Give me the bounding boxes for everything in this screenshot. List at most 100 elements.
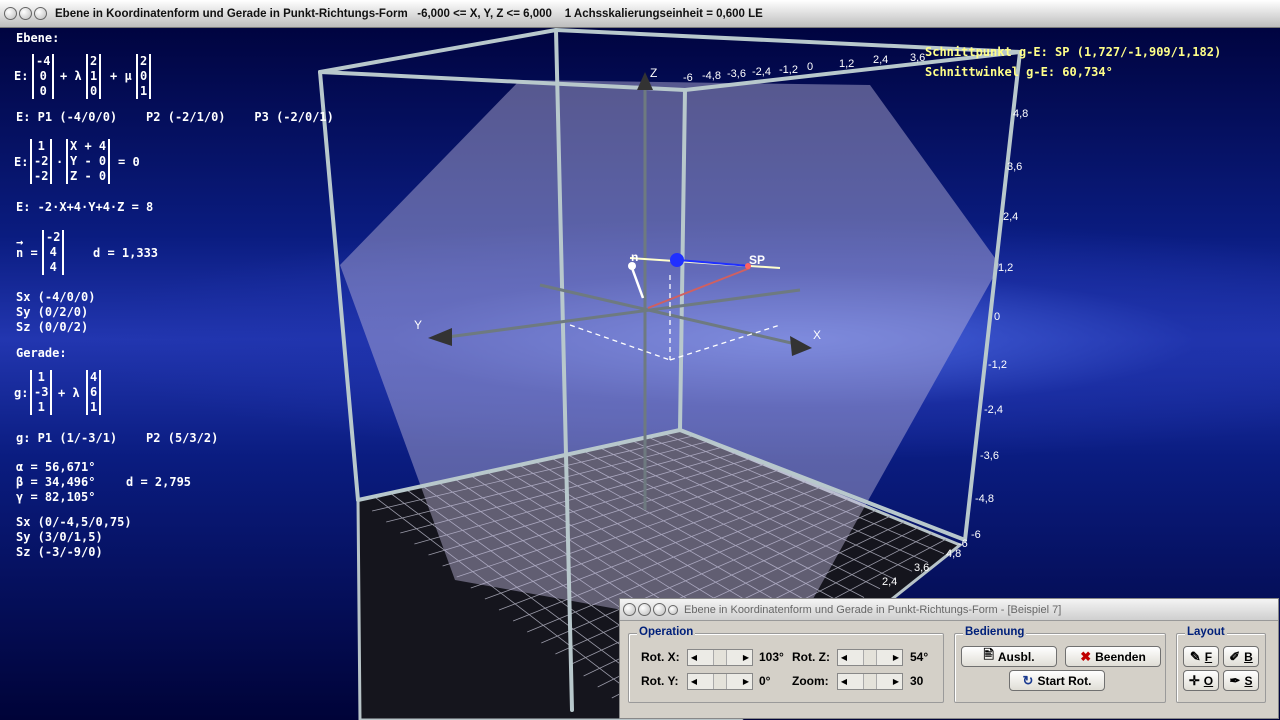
title-bar: Ebene in Koordinatenform und Gerade in P… <box>0 0 1280 28</box>
plane-vector-2: 210 <box>86 54 102 99</box>
top-tick: -6 <box>683 72 693 84</box>
arrow-right-icon[interactable]: ▶ <box>740 674 752 689</box>
arrow-left-icon[interactable]: ◀ <box>838 674 850 689</box>
line-param-prefix: g: <box>14 386 29 400</box>
control-panel: Ebene in Koordinatenform und Gerade in P… <box>619 598 1279 719</box>
fill-icon: ✐ <box>1229 648 1241 664</box>
zoom-value: 30 <box>910 674 924 688</box>
top-tick: -4,8 <box>702 70 721 82</box>
line-angles: α = 56,671° β = 34,496° γ = 82,105° <box>16 460 96 504</box>
window-button-icon[interactable] <box>653 603 666 616</box>
right-tick: 0 <box>994 311 1001 323</box>
normal-form-x: X + 4Y - 0Z - 0 <box>66 139 111 184</box>
layout-f-button[interactable]: ✎ F <box>1183 646 1219 667</box>
bottom-tick: 2,4 <box>882 576 898 588</box>
rot-z-slider[interactable]: ◀ ▶ <box>837 649 903 666</box>
rot-x-value: 103° <box>759 650 784 664</box>
rot-x-slider[interactable]: ◀ ▶ <box>687 649 753 666</box>
rot-z-value: 54° <box>910 650 929 664</box>
intersection-point: Schnittpunkt g-E: SP (1,727/-1,909/1,182… <box>925 45 1222 59</box>
operation-group: Operation Rot. X: ◀ ▶ 103° Rot. Z: ◀ ▶ 54°… <box>628 626 944 703</box>
x-axis-label: X <box>813 328 822 342</box>
zoom-label: Zoom: <box>792 674 829 688</box>
line-vector-1: 1 -3 1 <box>30 370 53 415</box>
layout-s-button[interactable]: ✒ S <box>1223 670 1259 691</box>
normal-form-eq: = 0 <box>118 155 140 169</box>
plane-points: E: P1 (-4/0/0) P2 (-2/1/0) P3 (-2/0/1) <box>16 110 334 124</box>
arrow-right-icon[interactable]: ▶ <box>890 650 902 665</box>
right-tick: 1,2 <box>998 262 1014 274</box>
hide-icon: 🖹 <box>983 646 994 662</box>
brush-icon: ✎ <box>1189 648 1201 664</box>
pen-icon: ✒ <box>1229 672 1241 688</box>
plane-heading: Ebene: <box>16 31 60 45</box>
top-tick: -2,4 <box>752 66 771 78</box>
rotate-icon: ↻ <box>1022 672 1034 688</box>
right-tick: -1,2 <box>988 359 1007 371</box>
bottom-tick: 4,8 <box>946 548 962 560</box>
beenden-button[interactable]: ✖ Beenden <box>1065 646 1161 667</box>
normal-label: n = <box>16 246 38 260</box>
window-button-icon[interactable] <box>638 603 651 616</box>
right-tick: -6 <box>971 529 981 541</box>
zoom-slider[interactable]: ◀ ▶ <box>837 673 903 690</box>
arrow-left-icon[interactable]: ◀ <box>688 650 700 665</box>
normal-form-prefix: E: <box>14 155 29 169</box>
top-tick: 0 <box>807 61 814 73</box>
bottom-tick: 3,6 <box>914 562 930 574</box>
normal-form-dot: · <box>56 155 64 169</box>
line-intercepts: Sx (0/-4,5/0,75) Sy (3/0/1,5) Sz (-3/-9/… <box>16 515 132 559</box>
right-tick: -3,6 <box>980 450 999 462</box>
top-tick: 1,2 <box>839 58 855 70</box>
right-tick: 3,6 <box>1007 161 1023 173</box>
rot-y-slider[interactable]: ◀ ▶ <box>687 673 753 690</box>
panel-title-bar: Ebene in Koordinatenform und Gerade in P… <box>620 599 1278 621</box>
bedienung-label: Bedienung <box>963 626 1027 638</box>
ausbl-button[interactable]: 🖹 Ausbl. <box>961 646 1057 667</box>
right-tick: -2,4 <box>984 404 1003 416</box>
line-vector-2: 461 <box>86 370 102 415</box>
window-button-icon[interactable] <box>668 604 678 615</box>
top-tick: -3,6 <box>727 68 746 80</box>
start-rot-button[interactable]: ↻ Start Rot. <box>1009 670 1105 691</box>
window-button-icon[interactable] <box>623 603 636 616</box>
plane-param-prefix: E: <box>14 69 29 83</box>
arrow-right-icon[interactable]: ▶ <box>890 674 902 689</box>
window-button-icon[interactable] <box>4 7 17 20</box>
layout-group: Layout ✎ F ✐ B ✛ O ✒ S <box>1176 626 1266 703</box>
line-op: + λ <box>58 386 80 400</box>
y-axis-label: Y <box>414 318 423 332</box>
plane-op-1: + λ <box>60 69 82 83</box>
crosshair-icon: ✛ <box>1188 672 1200 688</box>
arrow-left-icon[interactable]: ◀ <box>688 674 700 689</box>
top-tick: -1,2 <box>779 64 798 76</box>
line-points: g: P1 (1/-3/1) P2 (5/3/2) <box>16 431 219 445</box>
plane-intercepts: Sx (-4/0/0) Sy (0/2/0) Sz (0/0/2) <box>16 290 96 334</box>
plane-op-2: + μ <box>110 69 132 83</box>
layout-label: Layout <box>1185 626 1227 638</box>
top-tick: 3,6 <box>910 52 926 64</box>
top-tick: 2,4 <box>873 54 889 66</box>
rot-y-value: 0° <box>759 674 771 688</box>
right-tick: -4,8 <box>975 493 994 505</box>
plane-coord-form: E: -2·X+4·Y+4·Z = 8 <box>16 200 154 214</box>
window-title: Ebene in Koordinatenform und Gerade in P… <box>55 7 763 20</box>
normal-form-n: 1 -2 -2 <box>30 139 53 184</box>
z-axis-label: Z <box>650 66 658 80</box>
intersection-angle: Schnittwinkel g-E: 60,734° <box>925 65 1113 79</box>
layout-o-button[interactable]: ✛ O <box>1183 670 1219 691</box>
window-button-icon[interactable] <box>19 7 32 20</box>
plane-distance: d = 1,333 <box>93 246 159 260</box>
panel-title: Ebene in Koordinatenform und Gerade in P… <box>684 603 1062 616</box>
intersection-label: SP <box>749 253 766 267</box>
rot-x-label: Rot. X: <box>641 650 680 664</box>
right-tick: 2,4 <box>1003 211 1019 223</box>
arrow-left-icon[interactable]: ◀ <box>838 650 850 665</box>
normal-vector-label: n <box>631 250 639 264</box>
arrow-right-icon[interactable]: ▶ <box>740 650 752 665</box>
layout-b-button[interactable]: ✐ B <box>1223 646 1259 667</box>
window-button-icon[interactable] <box>34 7 47 20</box>
rot-z-label: Rot. Z: <box>792 650 830 664</box>
plane-vector-1: -4 0 0 <box>32 54 55 99</box>
normal-vector: -2 4 4 <box>42 230 65 275</box>
